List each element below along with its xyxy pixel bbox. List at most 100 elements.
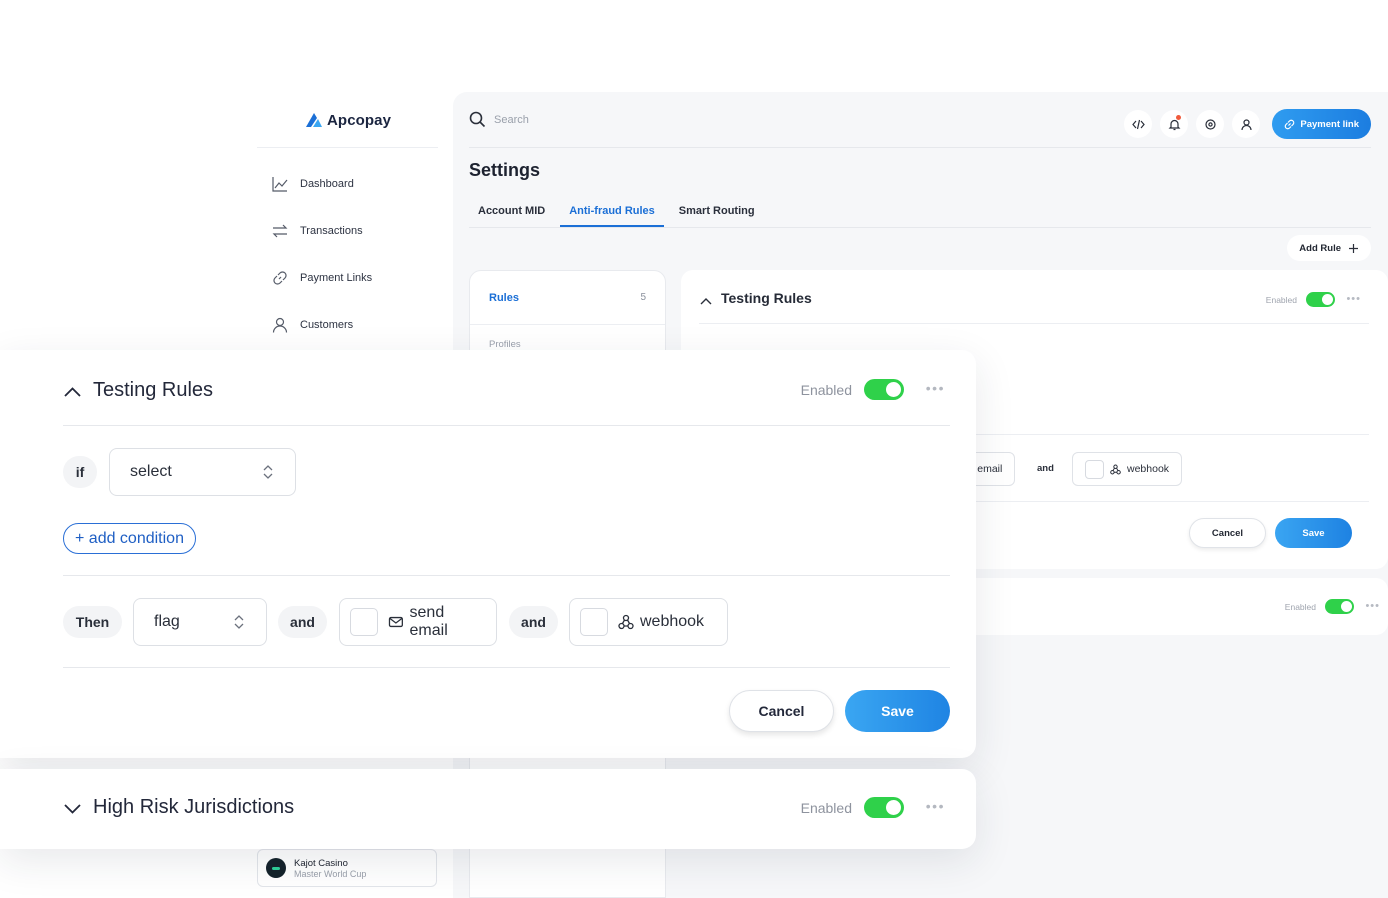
sidebar-item-label: Customers xyxy=(300,319,354,331)
sidebar-item-label: Payment Links xyxy=(300,272,373,284)
enabled-status: Enabled xyxy=(801,379,904,400)
tab-anti-fraud-rules[interactable]: Anti-fraud Rules xyxy=(560,198,664,227)
user-icon xyxy=(1241,118,1252,130)
mail-icon xyxy=(388,616,403,628)
developer-button[interactable] xyxy=(1124,110,1153,138)
notifications-button[interactable] xyxy=(1160,110,1189,138)
settings-button[interactable] xyxy=(1196,110,1225,138)
save-button[interactable]: Save xyxy=(1275,518,1352,548)
add-rule-label: Add Rule xyxy=(1299,242,1341,254)
enabled-status: Enabled xyxy=(1285,599,1354,614)
arrows-exchange-icon xyxy=(272,224,288,238)
rule-card-high-risk-jurisdictions: High Risk Jurisdictions Enabled ••• xyxy=(0,769,976,849)
send-email-checkbox[interactable] xyxy=(350,608,378,636)
rule-card-divider xyxy=(63,667,950,668)
topbar-actions: Payment link xyxy=(1124,109,1371,139)
profile-button[interactable] xyxy=(1232,110,1261,138)
webhook-label: webhook xyxy=(1127,463,1170,475)
enabled-label: Enabled xyxy=(1284,601,1316,612)
target-icon xyxy=(1205,118,1216,130)
action-select[interactable]: flag xyxy=(133,598,267,646)
enabled-label: Enabled xyxy=(1265,294,1297,305)
tab-smart-routing[interactable]: Smart Routing xyxy=(670,198,764,227)
send-email-label: l email xyxy=(972,463,1003,475)
sidebar-item-dashboard[interactable]: Dashboard xyxy=(271,172,372,196)
enabled-label: Enabled xyxy=(800,381,852,398)
webhook-chip[interactable]: webhook xyxy=(1072,452,1183,486)
topbar-divider xyxy=(469,147,1371,148)
sidebar-item-customers[interactable]: Customers xyxy=(271,313,372,337)
chevron-down-icon[interactable] xyxy=(63,799,82,818)
rules-list-item[interactable]: Rules 5 xyxy=(470,271,665,325)
webhook-checkbox[interactable] xyxy=(580,608,608,636)
add-rule-button[interactable]: Add Rule xyxy=(1287,235,1371,261)
link-icon xyxy=(1285,119,1295,129)
chart-line-icon xyxy=(272,177,288,192)
merchant-name: Kajot Casino xyxy=(294,857,348,869)
enabled-label: Enabled xyxy=(800,799,852,816)
enabled-toggle[interactable] xyxy=(864,379,904,400)
payment-link-button[interactable]: Payment link xyxy=(1272,109,1371,139)
and-label: and xyxy=(509,606,558,638)
if-label: if xyxy=(63,456,97,488)
payment-link-label: Payment link xyxy=(1300,118,1359,130)
send-email-label: send email xyxy=(409,604,448,639)
sidebar-item-label: Transactions xyxy=(300,225,363,237)
topbar: Search Payment link xyxy=(469,109,1371,139)
tabs-divider xyxy=(469,227,1371,228)
enabled-toggle[interactable] xyxy=(864,797,904,818)
rule-card-title: High Risk Jurisdictions xyxy=(93,796,295,818)
sidebar-item-transactions[interactable]: Transactions xyxy=(271,219,372,243)
more-options-icon[interactable]: ••• xyxy=(1346,293,1361,305)
webhook-icon xyxy=(1110,464,1121,474)
sidebar-item-payment-links[interactable]: Payment Links xyxy=(271,266,372,290)
cancel-button[interactable]: Cancel xyxy=(1189,518,1266,548)
add-condition-button[interactable]: + add condition xyxy=(63,523,196,554)
enabled-toggle[interactable] xyxy=(1325,599,1354,614)
plus-icon xyxy=(1349,243,1358,253)
enabled-toggle[interactable] xyxy=(1306,292,1335,307)
user-icon xyxy=(272,317,288,333)
page-title: Settings xyxy=(469,160,541,180)
enabled-status: Enabled xyxy=(1266,292,1335,307)
rule-card-title: Testing Rules xyxy=(93,379,214,401)
chevron-up-icon[interactable] xyxy=(63,383,82,402)
chevron-up-icon[interactable] xyxy=(699,294,713,308)
then-label: Then xyxy=(63,606,122,638)
merchant-switcher[interactable]: Kajot Casino Master World Cup xyxy=(257,849,437,887)
cancel-button[interactable]: Cancel xyxy=(729,690,834,732)
search-icon xyxy=(469,111,486,128)
brand-name: Apcopay xyxy=(327,111,392,129)
logo[interactable]: Apcopay xyxy=(304,110,391,130)
enabled-status: Enabled xyxy=(801,797,904,818)
and-label: and xyxy=(1037,463,1054,474)
card-title: Testing Rules xyxy=(721,290,812,306)
rule-card-testing-rules: Testing Rules Enabled ••• if select + ad… xyxy=(0,350,976,758)
merchant-subtitle: Master World Cup xyxy=(294,868,367,879)
save-button[interactable]: Save xyxy=(845,690,950,732)
send-email-chip[interactable]: send email xyxy=(339,598,497,646)
and-label: and xyxy=(278,606,327,638)
link-icon xyxy=(273,271,287,285)
tab-account-mid[interactable]: Account MID xyxy=(469,198,554,227)
action-select-value: flag xyxy=(154,613,180,630)
webhook-chip[interactable]: webhook xyxy=(569,598,728,646)
rules-label: Rules xyxy=(489,291,519,304)
background-card-header: Testing Rules Enabled ••• xyxy=(699,284,1369,324)
condition-select-value: select xyxy=(130,463,172,480)
sidebar-item-label: Dashboard xyxy=(300,178,354,190)
webhook-icon xyxy=(618,614,634,630)
webhook-checkbox[interactable] xyxy=(1085,459,1104,479)
rules-count: 5 xyxy=(640,292,646,303)
more-options-icon[interactable]: ••• xyxy=(926,380,945,396)
search-input[interactable]: Search xyxy=(469,111,529,128)
search-placeholder: Search xyxy=(494,113,529,126)
more-options-icon[interactable]: ••• xyxy=(1365,600,1380,612)
more-options-icon[interactable]: ••• xyxy=(926,798,945,814)
rule-card-divider xyxy=(63,575,950,576)
sidebar-nav: Dashboard Transactions Payment Links Cus… xyxy=(271,172,372,360)
chevron-up-down-icon xyxy=(263,465,273,479)
webhook-label: webhook xyxy=(640,613,705,630)
sidebar-divider xyxy=(257,147,438,148)
condition-select[interactable]: select xyxy=(109,448,296,496)
